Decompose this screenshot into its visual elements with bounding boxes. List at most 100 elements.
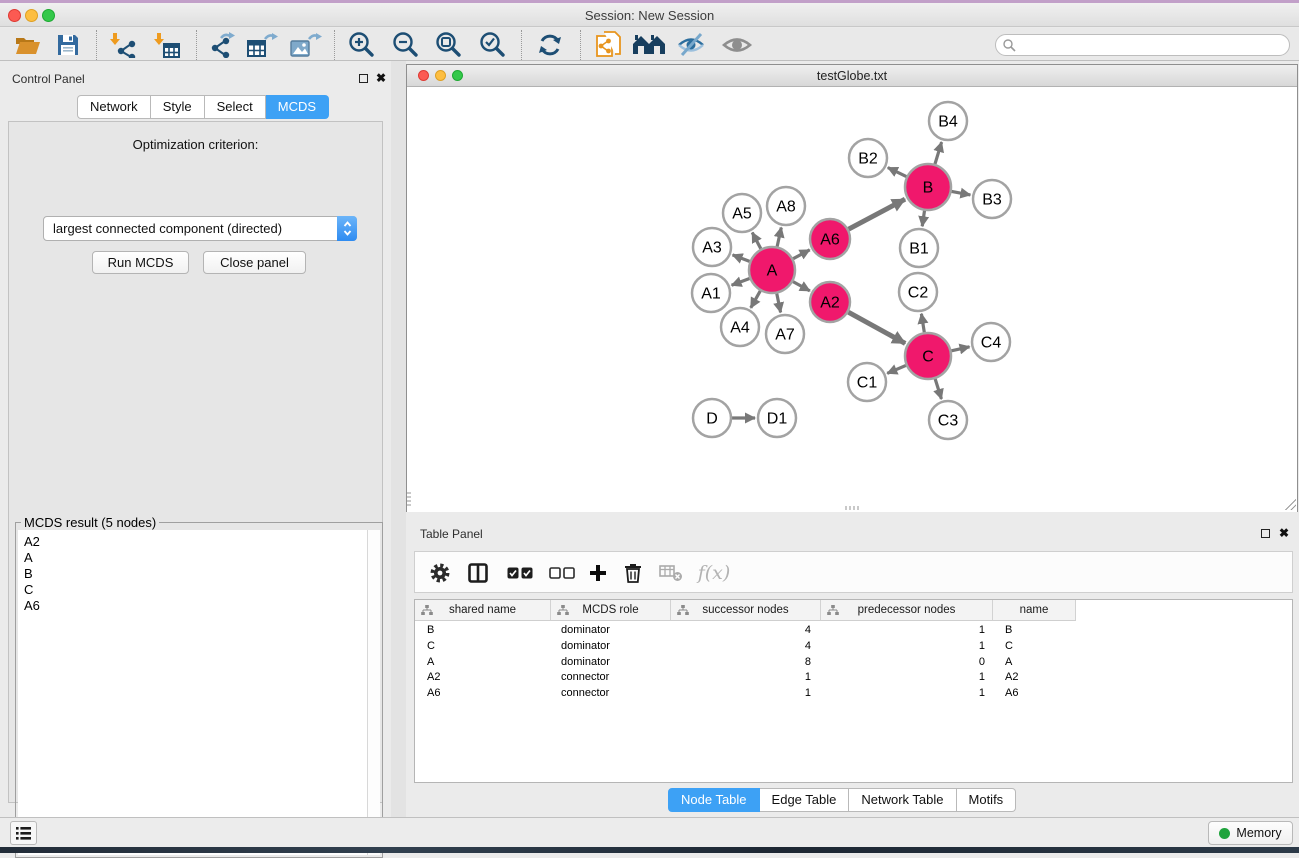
graph-node-A4[interactable]: A4 (721, 308, 759, 346)
graph-edge-A-A6[interactable] (793, 250, 810, 259)
criterion-dropdown[interactable]: largest connected component (directed) (43, 216, 357, 241)
export-network-button[interactable] (205, 30, 239, 59)
graph-edge-A-A1[interactable] (732, 278, 750, 285)
panel-splitter[interactable] (391, 61, 406, 817)
graph-node-B3[interactable]: B3 (973, 180, 1011, 218)
zoom-fit-button[interactable] (432, 30, 465, 59)
graph-node-B[interactable]: B (905, 164, 951, 210)
table-settings-button[interactable] (425, 558, 455, 588)
deselect-all-button[interactable] (545, 558, 579, 588)
search-input[interactable] (1016, 36, 1289, 54)
search-field[interactable] (995, 34, 1290, 56)
tab-mcds[interactable]: MCDS (266, 95, 329, 119)
reset-view-button[interactable] (631, 30, 667, 59)
graph-edge-A6-B[interactable] (849, 199, 905, 229)
graph-edge-A-A4[interactable] (751, 291, 760, 308)
graph-node-C1[interactable]: C1 (848, 363, 886, 401)
column-view-button[interactable] (463, 558, 493, 588)
task-history-button[interactable] (10, 821, 37, 845)
add-column-button[interactable] (583, 558, 613, 588)
graph-node-A[interactable]: A (749, 247, 795, 293)
export-table-button[interactable] (245, 30, 281, 59)
apply-layout-button[interactable] (533, 30, 566, 59)
tab-select[interactable]: Select (205, 95, 266, 119)
graph-node-A8[interactable]: A8 (767, 187, 805, 225)
function-builder-button[interactable]: f(x) (693, 557, 735, 589)
column-header-predecessor-nodes[interactable]: predecessor nodes (821, 600, 993, 621)
canvas-bottom-grip[interactable] (845, 506, 859, 510)
zoom-in-button[interactable] (345, 30, 378, 59)
mcds-result-item[interactable]: C (18, 582, 367, 598)
graph-node-A7[interactable]: A7 (766, 315, 804, 353)
tab-network[interactable]: Network (77, 95, 151, 119)
graph-node-D1[interactable]: D1 (758, 399, 796, 437)
graph-edge-C-C1[interactable] (887, 365, 906, 373)
table-row[interactable]: Bdominator41B (415, 623, 1292, 639)
table-row[interactable]: A2connector11A2 (415, 670, 1292, 686)
close-panel-button[interactable]: Close panel (203, 251, 306, 274)
graph-edge-A2-C[interactable] (848, 312, 905, 343)
tab-edge-table[interactable]: Edge Table (760, 788, 850, 812)
graph-edge-A-A3[interactable] (733, 255, 750, 262)
import-table-button[interactable] (150, 30, 184, 59)
graph-node-D[interactable]: D (693, 399, 731, 437)
graph-node-C2[interactable]: C2 (899, 273, 937, 311)
table-float-panel-icon[interactable] (1261, 529, 1270, 538)
graph-node-A1[interactable]: A1 (692, 274, 730, 312)
graph-edge-A-A8[interactable] (777, 227, 781, 246)
export-image-button[interactable] (288, 30, 324, 59)
graph-node-A5[interactable]: A5 (723, 194, 761, 232)
graph-edge-B-B2[interactable] (888, 168, 907, 177)
table-row[interactable]: A6connector11A6 (415, 686, 1292, 702)
table-close-panel-icon[interactable]: ✖ (1279, 529, 1289, 538)
mcds-result-item[interactable]: A2 (18, 534, 367, 550)
column-header-successor-nodes[interactable]: successor nodes (671, 600, 821, 621)
graph-edge-B-B4[interactable] (935, 142, 942, 164)
zoom-selected-button[interactable] (476, 30, 509, 59)
canvas-left-grip[interactable] (407, 492, 411, 506)
tab-style[interactable]: Style (151, 95, 205, 119)
new-network-button[interactable] (592, 29, 626, 60)
column-header-mcds-role[interactable]: MCDS role (551, 600, 671, 621)
graph-node-B1[interactable]: B1 (900, 229, 938, 267)
graph-edge-C-C3[interactable] (935, 379, 941, 399)
mcds-result-item[interactable]: A6 (18, 598, 367, 614)
graph-node-A3[interactable]: A3 (693, 228, 731, 266)
table-row[interactable]: Cdominator41C (415, 639, 1292, 655)
float-panel-icon[interactable] (359, 74, 368, 83)
graph-edge-C-C2[interactable] (921, 314, 924, 333)
tab-network-table[interactable]: Network Table (849, 788, 956, 812)
dropdown-stepper[interactable] (337, 216, 357, 241)
mcds-result-item[interactable]: A (18, 550, 367, 566)
graph-node-C3[interactable]: C3 (929, 401, 967, 439)
open-session-button[interactable] (12, 30, 44, 59)
import-network-button[interactable] (106, 30, 140, 59)
graph-edge-B-B3[interactable] (952, 191, 971, 195)
delete-button[interactable] (618, 558, 648, 588)
mcds-result-item[interactable]: B (18, 566, 367, 582)
graph-edge-B-B1[interactable] (922, 211, 924, 226)
save-session-button[interactable] (52, 30, 84, 59)
table-row[interactable]: Adominator80A (415, 655, 1292, 671)
graph-node-C[interactable]: C (905, 333, 951, 379)
graph-node-C4[interactable]: C4 (972, 323, 1010, 361)
select-all-button[interactable] (503, 558, 537, 588)
mcds-list-scrollbar[interactable] (367, 530, 380, 855)
graph-node-A2[interactable]: A2 (810, 282, 850, 322)
hide-graphics-details-button[interactable] (719, 30, 755, 59)
memory-button[interactable]: Memory (1208, 821, 1293, 845)
delete-table-button[interactable] (655, 558, 687, 588)
zoom-out-button[interactable] (389, 30, 422, 59)
network-canvas[interactable]: B4B2BB3A8A5A6A3B1AA1C2A2A4A7C4CC1C3DD1 (407, 88, 1297, 512)
run-mcds-button[interactable]: Run MCDS (92, 251, 189, 274)
graph-edge-C-C4[interactable] (951, 347, 969, 351)
tab-node-table[interactable]: Node Table (668, 788, 760, 812)
tab-motifs[interactable]: Motifs (957, 788, 1017, 812)
show-graphics-details-button[interactable] (674, 30, 710, 59)
graph-node-A6[interactable]: A6 (810, 219, 850, 259)
close-panel-icon[interactable]: ✖ (376, 74, 386, 83)
column-header-name[interactable]: name (993, 600, 1076, 621)
column-header-shared-name[interactable]: shared name (415, 600, 551, 621)
graph-node-B2[interactable]: B2 (849, 139, 887, 177)
graph-edge-A-A7[interactable] (777, 294, 781, 313)
